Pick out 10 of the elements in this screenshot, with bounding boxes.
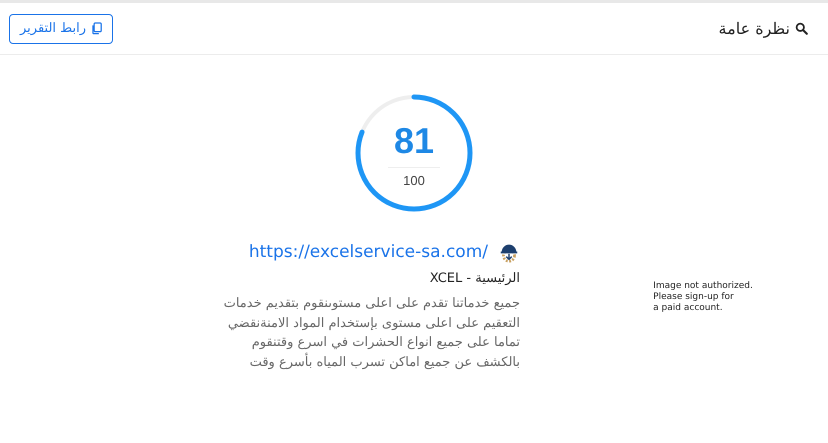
score-max: 100 [403, 172, 425, 188]
copy-icon [91, 22, 102, 35]
section-title: نظرة عامة [718, 19, 790, 38]
page-description: جميع خدماتنا تقدم على اعلى مستوىنقوم بتقديم خدمات التعقيم على اعلى مستوى بإستخدام المواد الامنةنقضي تماما على جميع انواع الحشرات في اسرع وقتنقوم بالكشف عن جميع اماكن تسرب المياه بأسرع وقت [222, 295, 520, 372]
score-value: 81 [388, 118, 440, 168]
image-unauthorized-notice: Image not authorized. Please sign-up for a paid account. [653, 281, 753, 314]
site-url-link[interactable]: https://excelservice-sa.com/ [248, 242, 488, 262]
page-title: الرئيسية - XCEL [430, 271, 520, 286]
report-link-button[interactable]: رابط التقرير [9, 14, 114, 44]
search-icon [795, 22, 808, 35]
